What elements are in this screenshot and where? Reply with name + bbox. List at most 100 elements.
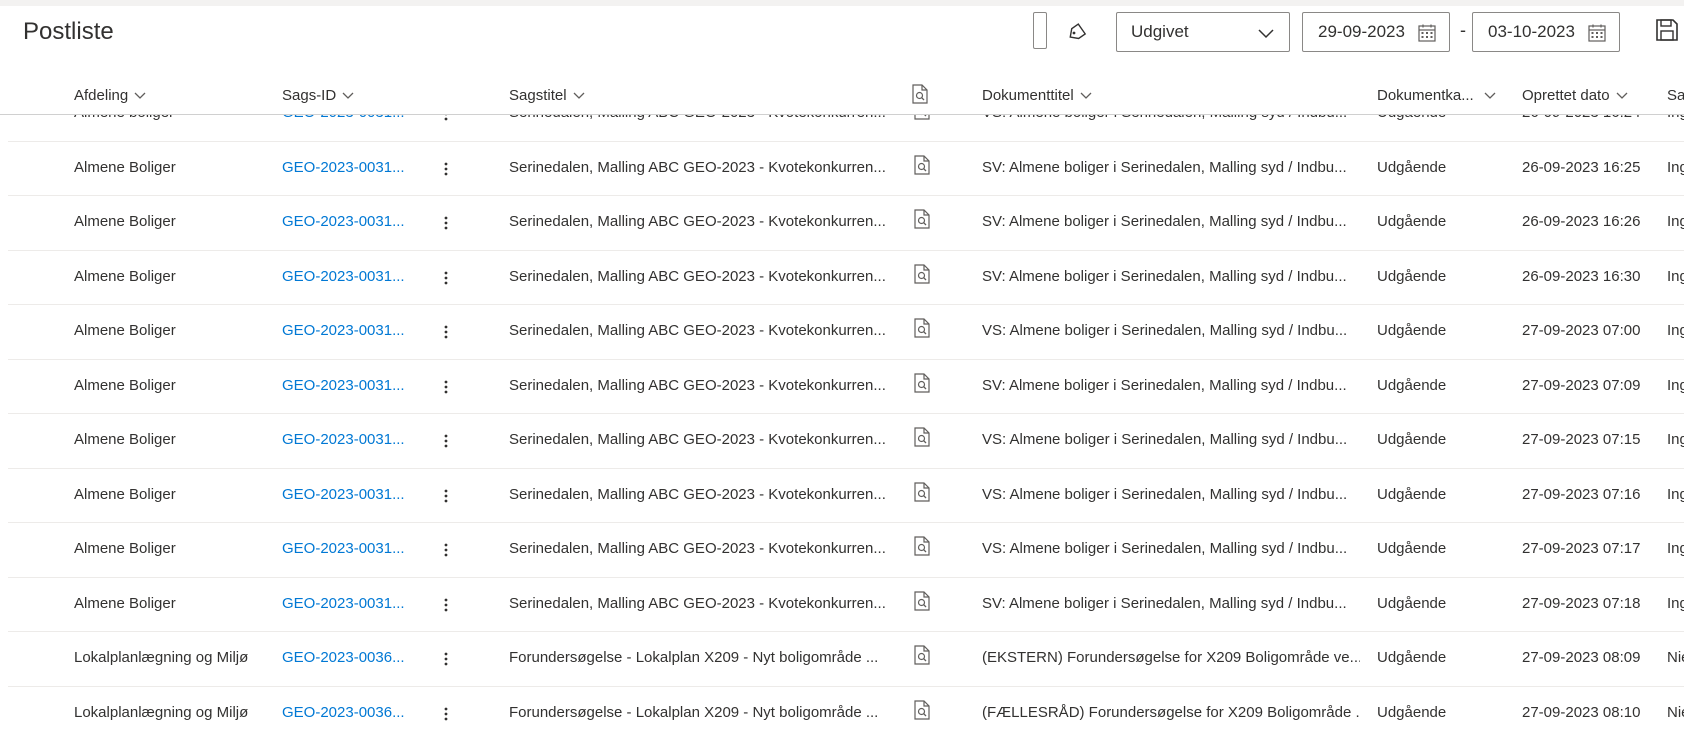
save-icon[interactable] <box>1655 18 1679 42</box>
more-options-icon[interactable] <box>438 375 454 399</box>
cell-dokumenttitel: VS: Almene boliger i Serinedalen, Mallin… <box>982 322 1348 339</box>
cell-dokumenttitel: (EKSTERN) Forundersøgelse for X209 Bolig… <box>982 649 1360 666</box>
document-preview-icon[interactable] <box>914 209 930 229</box>
column-header-sagstitel[interactable]: Sagstitel <box>509 87 585 104</box>
cell-dokumentkategori: Udgående <box>1377 322 1447 339</box>
more-options-icon[interactable] <box>438 593 454 617</box>
search-input[interactable] <box>1033 12 1047 49</box>
column-header-label: Dokumentka... <box>1377 87 1474 104</box>
cell-sags-id-link[interactable]: GEO-2023-0031... <box>282 595 410 612</box>
more-options-icon[interactable] <box>438 114 454 126</box>
more-options-icon[interactable] <box>438 157 454 181</box>
cell-dokumentkategori: Udgående <box>1377 431 1447 448</box>
chevron-down-icon <box>573 92 585 99</box>
cell-sags-id-link[interactable]: GEO-2023-0031... <box>282 114 410 121</box>
document-preview-icon[interactable] <box>914 481 930 502</box>
cell-sags-id-link[interactable]: GEO-2023-0031... <box>282 431 410 448</box>
document-preview-icon[interactable] <box>914 263 930 284</box>
more-options-icon[interactable] <box>438 538 454 562</box>
column-header-sag[interactable]: Sa <box>1667 87 1684 104</box>
column-header-afdeling[interactable]: Afdeling <box>74 87 146 104</box>
chevron-down-icon <box>1616 92 1628 99</box>
cell-sags-id-link[interactable]: GEO-2023-0031... <box>282 268 410 285</box>
column-header-oprettet-dato[interactable]: Oprettet dato <box>1522 87 1628 104</box>
cell-dokumenttitel: VS: Almene boliger i Serinedalen, Mallin… <box>982 114 1360 121</box>
document-preview-icon[interactable] <box>914 590 930 611</box>
column-header-dokumentkategori[interactable]: Dokumentka... <box>1377 87 1496 104</box>
cell-dokumenttitel: SV: Almene boliger i Serinedalen, Mallin… <box>982 158 1347 176</box>
clear-filter-tag-icon[interactable] <box>1063 20 1089 46</box>
table-row[interactable]: Lokalplanlægning og Miljø GEO-2023-0036.… <box>8 632 1684 687</box>
cell-sag: Ing <box>1667 158 1684 176</box>
more-options-icon[interactable] <box>438 647 454 671</box>
document-preview-icon[interactable] <box>914 699 930 720</box>
document-preview-icon[interactable] <box>914 645 930 665</box>
cell-sags-id-link[interactable]: GEO-2023-0031... <box>282 486 410 503</box>
column-header-sags-id[interactable]: Sags-ID <box>282 87 354 104</box>
more-options-icon[interactable] <box>438 320 454 344</box>
table-row[interactable]: Almene Boliger GEO-2023-0031... Serineda… <box>8 414 1684 469</box>
cell-sagstitel: Serinedalen, Malling ABC GEO-2023 - Kvot… <box>509 267 886 285</box>
more-options-icon[interactable] <box>438 429 454 453</box>
date-to-picker[interactable]: 03-10-2023 <box>1472 12 1620 52</box>
table-body: Almene boliger GEO-2023-0031... Serineda… <box>0 114 1684 732</box>
cell-afdeling: Almene Boliger <box>74 213 176 230</box>
column-header-document-preview[interactable] <box>906 84 928 104</box>
table-row[interactable]: Almene Boliger GEO-2023-0031... Serineda… <box>8 360 1684 414</box>
cell-sags-id-link[interactable]: GEO-2023-0031... <box>282 540 410 557</box>
more-options-icon[interactable] <box>438 211 454 235</box>
cell-sagstitel: Serinedalen, Malling ABC GEO-2023 - Kvot… <box>509 485 886 503</box>
cell-sags-id-link[interactable]: GEO-2023-0036... <box>282 704 410 721</box>
cell-dokumentkategori: Udgående <box>1377 267 1447 285</box>
cell-dokumenttitel: VS: Almene boliger i Serinedalen, Mallin… <box>982 540 1348 557</box>
cell-oprettet-dato: 27-09-2023 07:15 <box>1522 431 1641 448</box>
column-header-label: Sagstitel <box>509 87 567 104</box>
column-header-dokumenttitel[interactable]: Dokumenttitel <box>982 87 1092 104</box>
document-preview-icon[interactable] <box>914 427 930 447</box>
cell-sag: Nie <box>1667 649 1684 666</box>
table-row[interactable]: Almene Boliger GEO-2023-0031... Serineda… <box>8 142 1684 196</box>
table-row[interactable]: Almene Boliger GEO-2023-0031... Serineda… <box>8 578 1684 632</box>
cell-oprettet-dato: 27-09-2023 07:16 <box>1522 485 1641 503</box>
cell-sags-id-link[interactable]: GEO-2023-0036... <box>282 649 410 666</box>
table-row[interactable]: Almene Boliger GEO-2023-0031... Serineda… <box>8 251 1684 305</box>
more-options-icon[interactable] <box>438 266 454 290</box>
cell-oprettet-dato: 26-09-2023 16:25 <box>1522 158 1641 176</box>
calendar-icon <box>1418 24 1436 42</box>
cell-sagstitel: Forundersøgelse - Lokalplan X209 - Nyt b… <box>509 703 879 721</box>
cell-oprettet-dato: 27-09-2023 07:17 <box>1522 540 1641 557</box>
cell-sag: Ing <box>1667 431 1684 448</box>
table-row[interactable]: Almene Boliger GEO-2023-0031... Serineda… <box>8 196 1684 251</box>
cell-dokumentkategori: Udgående <box>1377 213 1447 230</box>
table-row[interactable]: Lokalplanlægning og Miljø GEO-2023-0036.… <box>8 687 1684 732</box>
cell-afdeling: Almene Boliger <box>74 594 176 612</box>
status-dropdown[interactable]: Udgivet <box>1116 12 1290 52</box>
cell-sag: Ing <box>1667 540 1684 557</box>
cell-sagstitel: Serinedalen, Malling ABC GEO-2023 - Kvot… <box>509 540 886 557</box>
date-to-value: 03-10-2023 <box>1488 22 1575 41</box>
more-options-icon[interactable] <box>438 484 454 508</box>
cell-sags-id-link[interactable]: GEO-2023-0031... <box>282 322 410 339</box>
cell-sags-id-link[interactable]: GEO-2023-0031... <box>282 159 410 176</box>
document-preview-icon[interactable] <box>914 318 930 338</box>
document-preview-icon[interactable] <box>914 372 930 393</box>
cell-sags-id-link[interactable]: GEO-2023-0031... <box>282 213 410 230</box>
table-row[interactable]: Almene boliger GEO-2023-0031... Serineda… <box>8 114 1684 142</box>
cell-sag: Ing <box>1667 213 1684 230</box>
cell-sagstitel: Serinedalen, Malling ABC GEO-2023 - Kvot… <box>509 376 886 394</box>
cell-sagstitel: Serinedalen, Malling ABC GEO-2023 - Kvot… <box>509 322 886 339</box>
cell-oprettet-dato: 27-09-2023 07:09 <box>1522 376 1641 394</box>
table-row[interactable]: Almene Boliger GEO-2023-0031... Serineda… <box>8 469 1684 523</box>
more-options-icon[interactable] <box>438 702 454 726</box>
document-preview-icon[interactable] <box>914 536 930 556</box>
document-preview-icon[interactable] <box>914 154 930 175</box>
cell-sagstitel: Serinedalen, Malling ABC GEO-2023 - Kvot… <box>509 594 886 612</box>
table-row[interactable]: Almene Boliger GEO-2023-0031... Serineda… <box>8 305 1684 360</box>
cell-sags-id-link[interactable]: GEO-2023-0031... <box>282 377 410 394</box>
cell-oprettet-dato: 27-09-2023 08:09 <box>1522 649 1641 666</box>
table-row[interactable]: Almene Boliger GEO-2023-0031... Serineda… <box>8 523 1684 578</box>
table-rows: Almene boliger GEO-2023-0031... Serineda… <box>0 114 1684 732</box>
cell-oprettet-dato: 26-09-2023 16:30 <box>1522 267 1641 285</box>
date-from-picker[interactable]: 29-09-2023 <box>1302 12 1450 52</box>
cell-oprettet-dato: 27-09-2023 08:10 <box>1522 703 1641 721</box>
